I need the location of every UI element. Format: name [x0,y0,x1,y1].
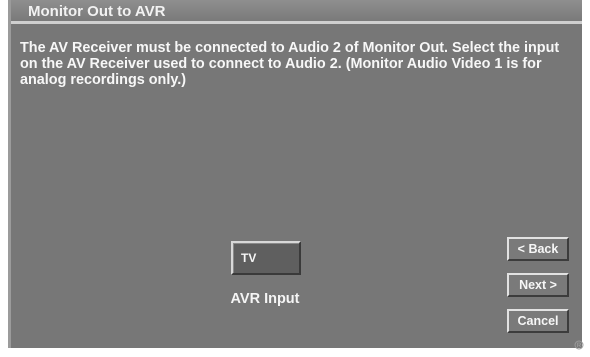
back-button[interactable]: < Back [507,237,569,261]
registered-mark-icon [574,340,584,350]
dialog-title: Monitor Out to AVR [28,3,166,20]
cancel-button[interactable]: Cancel [507,309,569,333]
avr-input-selector[interactable]: TV [231,241,301,275]
dialog-screen: Monitor Out to AVR The AV Receiver must … [8,0,582,348]
avr-input-value: TV [241,251,257,265]
next-button[interactable]: Next > [507,273,569,297]
avr-input-label: AVR Input [230,291,300,307]
title-bar: Monitor Out to AVR [11,0,582,24]
instruction-text: The AV Receiver must be connected to Aud… [20,40,560,88]
